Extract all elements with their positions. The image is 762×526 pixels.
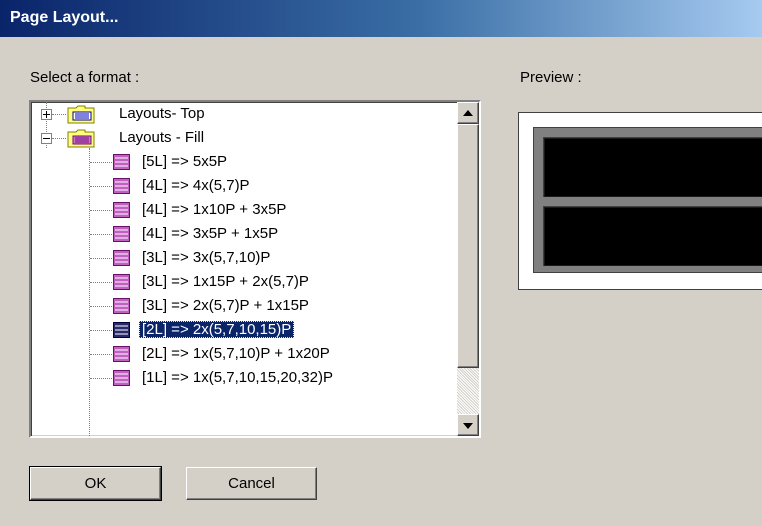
tree-item-2[interactable]: [4L] => 1x10P + 3x5P [31,198,457,222]
layout-grid-icon [113,250,130,266]
arrow-down-icon [463,423,473,429]
tree-item-label: [4L] => 3x5P + 1x5P [142,225,279,242]
tree-branch [90,162,112,163]
ok-button[interactable]: OK [29,466,162,501]
preview-label: Preview : [520,69,582,86]
layout-grid-icon [113,370,130,386]
tree-item-0[interactable]: [5L] => 5x5P [31,150,457,174]
tree-group-layouts-top[interactable]: Layouts- Top [31,102,457,126]
collapse-minus-icon[interactable] [41,133,52,144]
tree-item-9[interactable]: [1L] => 1x(5,7,10,15,20,32)P [31,366,457,390]
arrow-up-icon [463,110,473,116]
tree-branch [90,258,112,259]
layout-grid-icon [113,178,130,194]
scrollbar-thumb[interactable] [457,124,479,368]
preview-pane-top [543,137,762,197]
window-titlebar[interactable]: Page Layout... [0,0,762,37]
tree-branch [90,210,112,211]
tree-group-label: Layouts - Fill [119,129,205,146]
tree-item-label: [3L] => 1x15P + 2x(5,7)P [142,273,309,290]
tree-branch [90,186,112,187]
tree-item-label: [3L] => 3x(5,7,10)P [142,249,271,266]
tree-item-7-selected[interactable]: [2L] => 2x(5,7,10,15)P [31,318,457,342]
tree-branch [90,282,112,283]
tree-branch [90,378,112,379]
tree-scrollbar[interactable] [457,102,479,436]
tree-item-1[interactable]: [4L] => 4x(5,7)P [31,174,457,198]
select-format-label: Select a format : [30,69,140,86]
folder-icon [67,129,95,148]
layout-grid-icon [113,202,130,218]
tree-item-label: [3L] => 2x(5,7)P + 1x15P [142,297,309,314]
layout-preview [518,112,762,290]
tree-item-label: [4L] => 1x10P + 3x5P [142,201,287,218]
layout-grid-icon [113,322,130,338]
tree-item-label: [1L] => 1x(5,7,10,15,20,32)P [142,369,333,386]
tree-item-3[interactable]: [4L] => 3x5P + 1x5P [31,222,457,246]
layout-grid-icon [113,154,130,170]
preview-pane-bottom [543,206,762,266]
layout-grid-icon [113,226,130,242]
tree-item-5[interactable]: [3L] => 1x15P + 2x(5,7)P [31,270,457,294]
format-tree[interactable]: Layouts- Top Layouts - Fill [5L] => 5x5P… [29,100,481,438]
tree-content: Layouts- Top Layouts - Fill [5L] => 5x5P… [31,102,457,436]
preview-frame [533,127,762,273]
layout-grid-icon [113,274,130,290]
scroll-up-button[interactable] [457,102,479,124]
tree-item-6[interactable]: [3L] => 2x(5,7)P + 1x15P [31,294,457,318]
tree-item-label: [2L] => 2x(5,7,10,15)P [139,321,295,338]
layout-grid-icon [113,346,130,362]
expand-plus-icon[interactable] [41,109,52,120]
tree-item-4[interactable]: [3L] => 3x(5,7,10)P [31,246,457,270]
tree-branch [90,330,112,331]
tree-branch [90,354,112,355]
cancel-button[interactable]: Cancel [186,467,317,500]
tree-item-label: [5L] => 5x5P [142,153,228,170]
folder-icon [67,105,95,124]
tree-branch [90,306,112,307]
tree-group-layouts-fill[interactable]: Layouts - Fill [31,126,457,150]
tree-group-label: Layouts- Top [119,105,205,122]
tree-item-label: [4L] => 4x(5,7)P [142,177,250,194]
layout-grid-icon [113,298,130,314]
tree-item-label: [2L] => 1x(5,7,10)P + 1x20P [142,345,330,362]
tree-branch [90,234,112,235]
window-title: Page Layout... [10,9,119,26]
tree-item-8[interactable]: [2L] => 1x(5,7,10)P + 1x20P [31,342,457,366]
scroll-down-button[interactable] [457,414,479,436]
